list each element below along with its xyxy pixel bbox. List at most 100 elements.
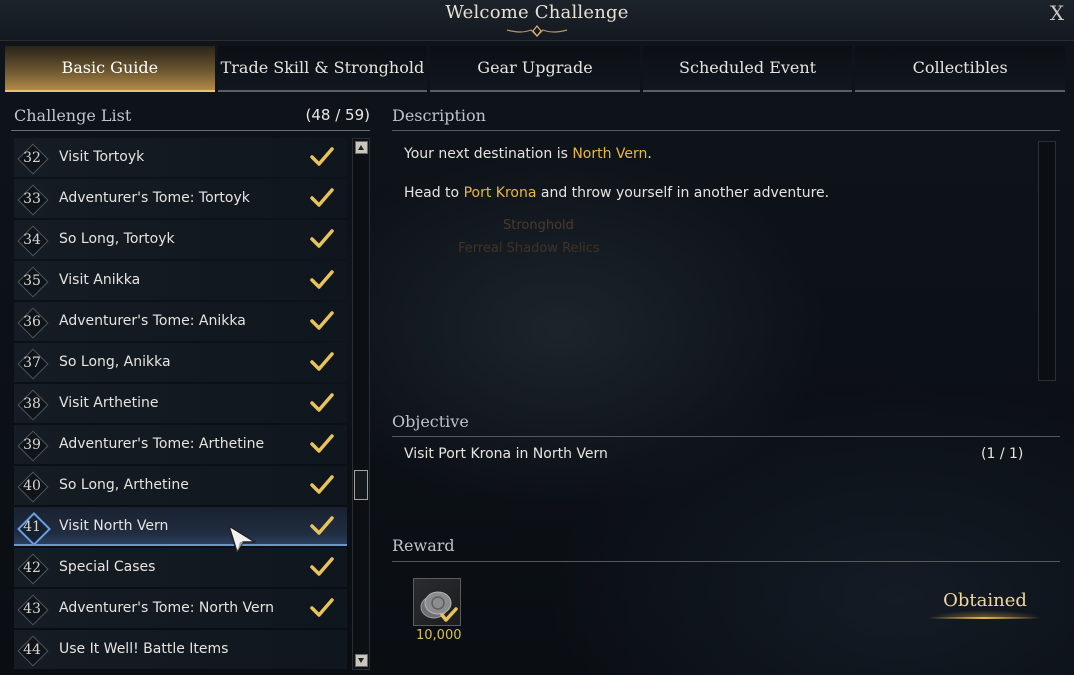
challenge-number: 41 [23, 519, 41, 535]
challenge-number-badge: 39 [16, 429, 49, 462]
silver-coins-icon[interactable] [413, 578, 461, 626]
scroll-thumb[interactable] [354, 470, 368, 500]
list-scrollbar[interactable] [352, 138, 370, 670]
challenge-row[interactable]: 35 Visit Anikka [14, 261, 347, 300]
title-ornament-icon [506, 25, 568, 37]
checkmark-icon [310, 475, 334, 494]
description-line-2: Head to Port Krona and throw yourself in… [404, 185, 829, 201]
description-text: Head to [404, 185, 464, 201]
checkmark-icon [310, 188, 334, 207]
challenge-title: So Long, Anikka [59, 354, 171, 370]
challenge-row[interactable]: 37 So Long, Anikka [14, 343, 347, 382]
mouse-cursor-icon [228, 525, 256, 553]
challenge-row[interactable]: 42 Special Cases [14, 548, 347, 587]
challenge-title: Adventurer's Tome: Anikka [59, 313, 246, 329]
title-bar: Welcome Challenge X [0, 0, 1074, 41]
challenge-number-badge: 37 [16, 347, 49, 380]
checkmark-icon [310, 352, 334, 371]
scroll-down-button[interactable] [355, 654, 368, 667]
tab-collectibles[interactable]: Collectibles [855, 46, 1065, 92]
tab-bar: Basic Guide Trade Skill & Stronghold Gea… [5, 46, 1065, 92]
challenge-number: 43 [23, 601, 41, 617]
challenge-row[interactable]: 32 Visit Tortoyk [14, 138, 347, 177]
challenge-number: 34 [23, 232, 41, 248]
scroll-up-button[interactable] [355, 141, 368, 154]
challenge-title: So Long, Tortoyk [59, 231, 175, 247]
challenge-title: So Long, Arthetine [59, 477, 189, 493]
description-text: Your next destination is [404, 146, 573, 162]
checkmark-icon [310, 229, 334, 248]
challenge-row[interactable]: 34 So Long, Tortoyk [14, 220, 347, 259]
tab-scheduled-event[interactable]: Scheduled Event [642, 46, 853, 92]
challenge-number: 44 [23, 642, 41, 658]
checkmark-icon [310, 598, 334, 617]
close-button[interactable]: X [1046, 2, 1068, 24]
challenge-row[interactable]: 40 So Long, Arthetine [14, 466, 347, 505]
challenge-row[interactable]: 41 Visit North Vern [14, 507, 347, 546]
challenge-list-header: Challenge List (48 / 59) [14, 106, 370, 130]
challenge-list: 32 Visit Tortoyk 33 Adventurer's Tome: Tort… [14, 138, 347, 672]
challenge-number: 37 [23, 355, 41, 371]
challenge-title: Use It Well! Battle Items [59, 641, 229, 657]
challenge-row[interactable]: 36 Adventurer's Tome: Anikka [14, 302, 347, 341]
reward-amount: 10,000 [416, 628, 462, 643]
checkmark-icon [310, 557, 334, 576]
checkmark-icon [310, 393, 334, 412]
challenge-number: 36 [23, 314, 41, 330]
challenge-row[interactable]: 33 Adventurer's Tome: Tortoyk [14, 179, 347, 218]
challenge-number: 39 [23, 437, 41, 453]
challenge-title: Visit Anikka [59, 272, 141, 288]
challenge-row[interactable]: 43 Adventurer's Tome: North Vern [14, 589, 347, 628]
challenge-list-label: Challenge List [14, 106, 132, 125]
tab-trade-skill-stronghold[interactable]: Trade Skill & Stronghold [217, 46, 428, 92]
description-line-1: Your next destination is North Vern. [404, 146, 652, 162]
challenge-number: 38 [23, 396, 41, 412]
challenge-title: Visit Tortoyk [59, 149, 145, 165]
challenge-title: Adventurer's Tome: Arthetine [59, 436, 265, 452]
challenge-number: 32 [23, 150, 41, 166]
obtained-underline [928, 617, 1040, 619]
divider [392, 130, 1060, 131]
challenge-number: 35 [23, 273, 41, 289]
checkmark-icon [310, 311, 334, 330]
description-text: . [647, 146, 652, 162]
obtained-status: Obtained [918, 590, 1052, 618]
challenge-number-badge: 41 [16, 511, 51, 546]
challenge-number: 42 [23, 560, 41, 576]
challenge-title: Visit North Vern [59, 518, 169, 534]
tab-basic-guide[interactable]: Basic Guide [5, 46, 215, 92]
description-scrollbar[interactable] [1038, 141, 1056, 381]
divider [392, 561, 1060, 562]
challenge-title: Adventurer's Tome: North Vern [59, 600, 275, 616]
challenge-number-badge: 40 [16, 470, 49, 503]
description-box [392, 133, 1058, 403]
checkmark-icon [310, 147, 334, 166]
checkmark-icon [310, 434, 334, 453]
objective-label: Objective [392, 412, 469, 431]
challenge-title: Adventurer's Tome: Tortoyk [59, 190, 250, 206]
challenge-number-badge: 44 [16, 634, 49, 667]
challenge-count: (48 / 59) [305, 106, 370, 124]
divider [392, 436, 1060, 437]
challenge-row[interactable]: 39 Adventurer's Tome: Arthetine [14, 425, 347, 464]
challenge-number: 40 [23, 478, 41, 494]
challenge-row[interactable]: 38 Visit Arthetine [14, 384, 347, 423]
challenge-row[interactable]: 44 Use It Well! Battle Items [14, 630, 347, 669]
challenge-number-badge: 38 [16, 388, 49, 421]
destination-highlight: North Vern [572, 146, 648, 162]
objective-progress: (1 / 1) [981, 446, 1024, 462]
challenge-number-badge: 43 [16, 593, 49, 626]
challenge-title: Special Cases [59, 559, 156, 575]
challenge-number-badge: 35 [16, 265, 49, 298]
location-highlight: Port Krona [463, 185, 537, 201]
challenge-number-badge: 42 [16, 552, 49, 585]
challenge-title: Visit Arthetine [59, 395, 159, 411]
checkmark-icon [310, 516, 334, 535]
tab-gear-upgrade[interactable]: Gear Upgrade [430, 46, 640, 92]
objective-text: Visit Port Krona in North Vern [404, 446, 608, 462]
coin-stack-graphic [420, 591, 458, 622]
challenge-number-badge: 34 [16, 224, 49, 257]
challenge-number-badge: 36 [16, 306, 49, 339]
reward-label: Reward [392, 536, 455, 555]
checkmark-icon [310, 270, 334, 289]
